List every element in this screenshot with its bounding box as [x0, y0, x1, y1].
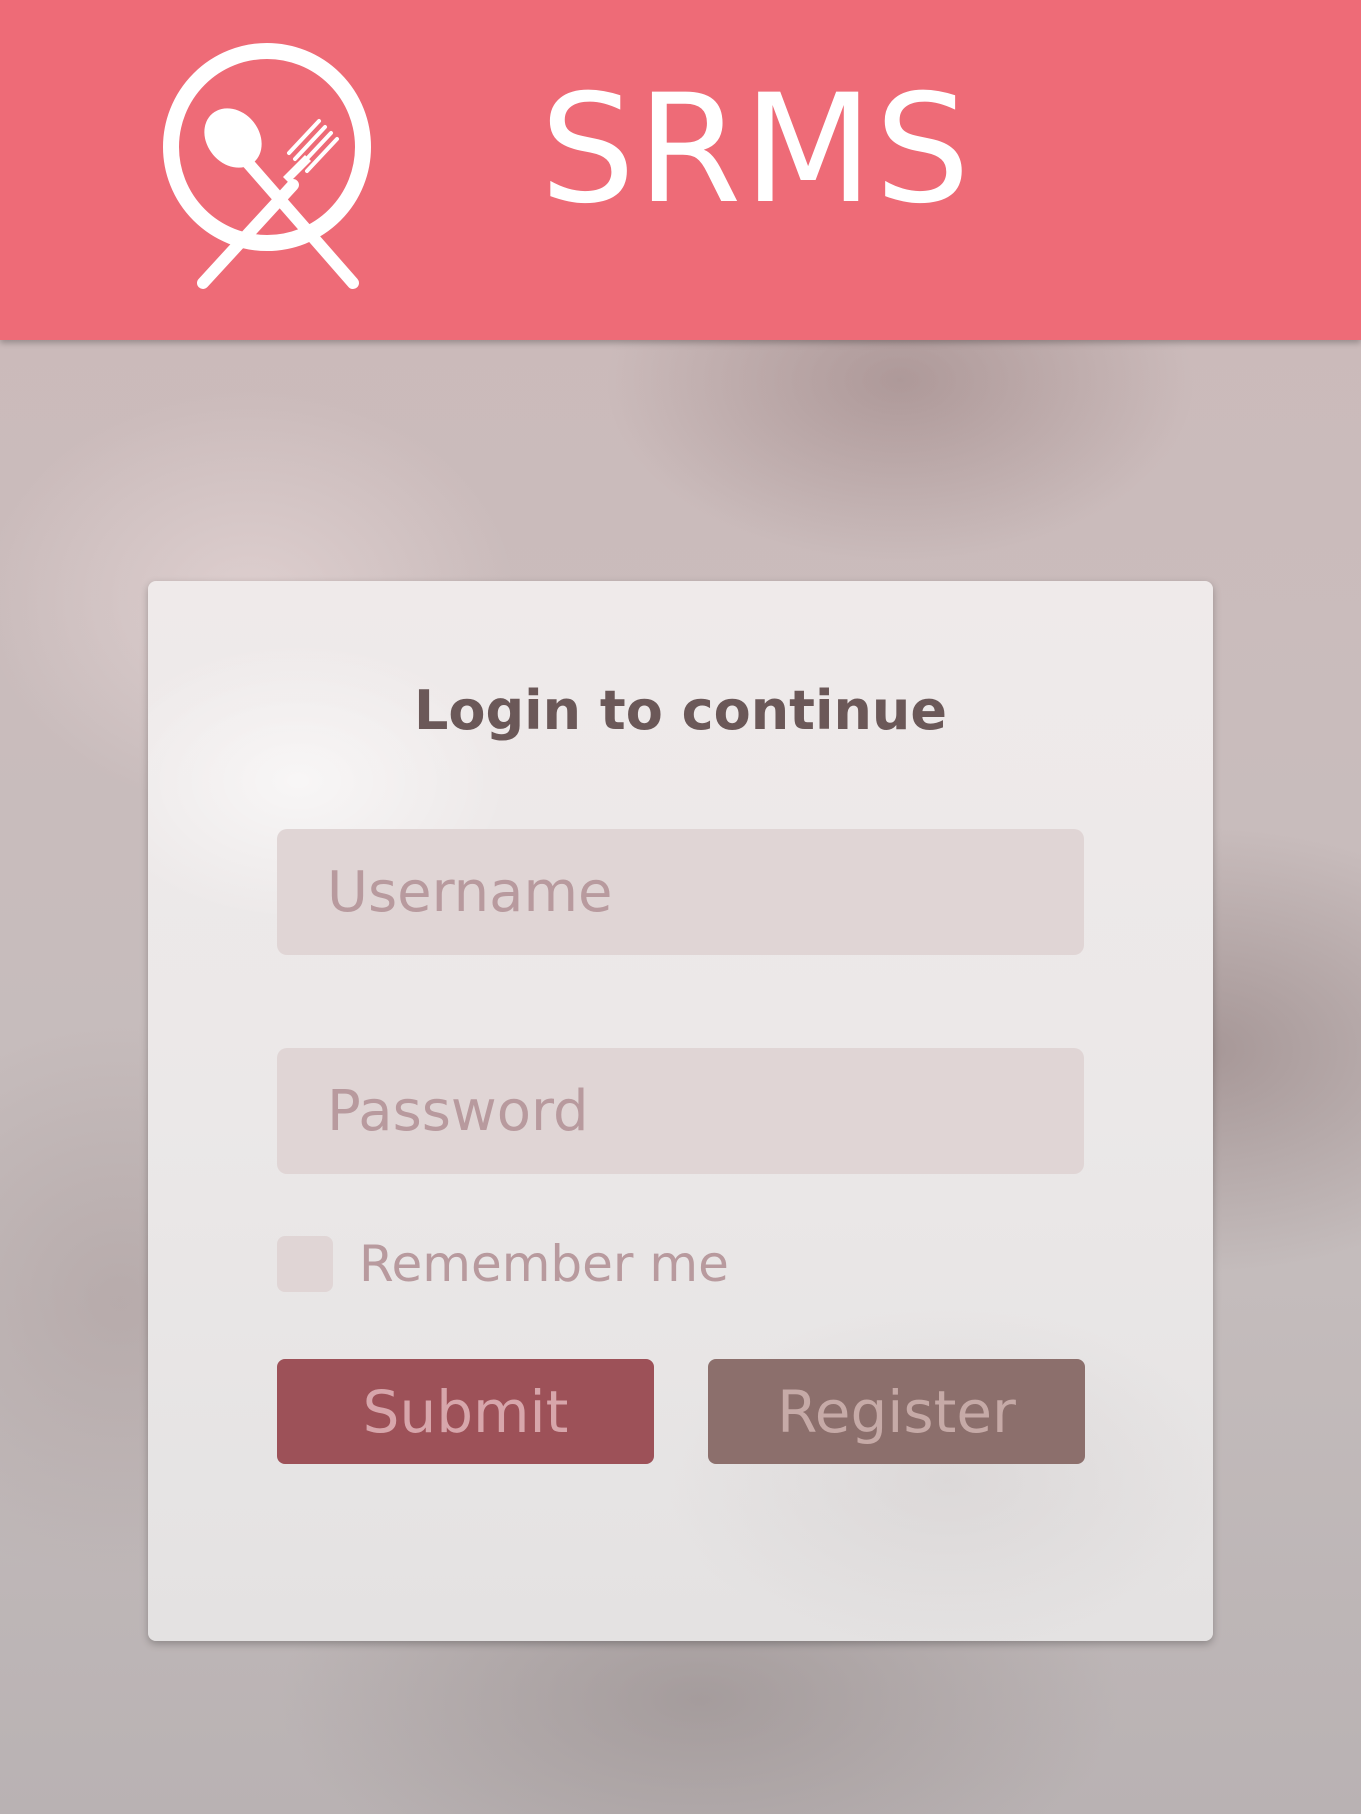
password-input[interactable]	[277, 1048, 1084, 1174]
remember-me-checkbox[interactable]	[277, 1236, 333, 1292]
plate-spoon-fork-icon	[163, 43, 371, 289]
register-button[interactable]: Register	[708, 1359, 1085, 1464]
app-header: SRMS	[0, 0, 1361, 340]
login-heading: Login to continue	[413, 679, 947, 742]
remember-me-row[interactable]: Remember me	[277, 1235, 729, 1293]
app-title: SRMS	[540, 63, 973, 237]
username-input[interactable]	[277, 829, 1084, 955]
login-card: Login to continue Remember me Submit Reg…	[148, 581, 1213, 1641]
remember-me-label[interactable]: Remember me	[359, 1235, 729, 1293]
submit-button[interactable]: Submit	[277, 1359, 654, 1464]
